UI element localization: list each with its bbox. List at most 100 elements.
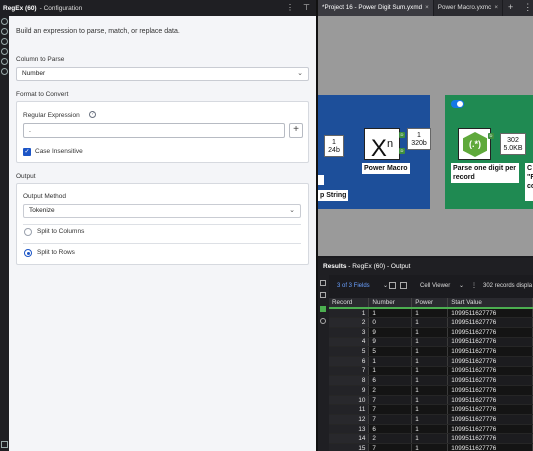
help-icon[interactable] — [320, 318, 326, 324]
column-header[interactable]: Record — [329, 298, 370, 309]
table-cell[interactable]: 1 — [411, 395, 449, 406]
table-cell[interactable]: 1099511627776 — [447, 385, 533, 396]
workflow-canvas[interactable]: 1 24b Xn D D 1 320b Power Macro p String… — [318, 16, 533, 256]
table-cell[interactable]: 5 — [368, 346, 413, 357]
chevron-down-icon[interactable]: ⌄ — [459, 282, 464, 289]
table-cell[interactable]: 4 — [329, 337, 370, 348]
help-icon[interactable] — [1, 68, 8, 75]
table-row[interactable]: 10 7 1 1099511627776 — [329, 395, 533, 406]
column-header[interactable]: Number — [368, 298, 413, 309]
table-cell[interactable]: 1099511627776 — [447, 346, 533, 357]
table-cell[interactable]: 1099511627776 — [447, 433, 533, 445]
table-row[interactable]: 2 0 1 1099511627776 — [329, 317, 533, 328]
table-cell[interactable]: 11 — [329, 404, 370, 416]
tabs-more-icon[interactable]: ⋮ — [518, 0, 533, 16]
table-row[interactable]: 3 9 1 1099511627776 — [329, 327, 533, 338]
table-cell[interactable]: 1099511627776 — [447, 317, 533, 328]
table-cell[interactable]: 14 — [329, 433, 370, 445]
table-cell[interactable]: 0 — [368, 317, 413, 328]
tab-power-macro[interactable]: Power Macro.yxmc × — [434, 0, 504, 16]
tool-container-blue[interactable]: 1 24b Xn D D 1 320b Power Macro p String — [318, 95, 431, 209]
table-row[interactable]: 15 7 1 1099511627776 — [329, 443, 533, 451]
code-icon[interactable] — [1, 28, 8, 35]
table-row[interactable]: 8 6 1 1099511627776 — [329, 375, 533, 386]
annotation-icon[interactable] — [1, 58, 8, 65]
table-cell[interactable]: 1099511627776 — [447, 414, 533, 425]
deselect-icon[interactable] — [400, 282, 407, 289]
regex-tool-icon[interactable]: (.*) — [458, 128, 491, 160]
table-cell[interactable]: 1099511627776 — [447, 443, 533, 451]
table-cell[interactable]: 1 — [368, 308, 413, 319]
split-to-rows-radio[interactable] — [24, 249, 32, 257]
container-toggle[interactable] — [451, 100, 464, 108]
list-icon[interactable] — [320, 280, 326, 286]
pin-icon[interactable]: ⊤ — [303, 3, 310, 12]
table-cell[interactable]: 1 — [411, 308, 449, 319]
table-cell[interactable]: 2 — [368, 433, 413, 445]
table-row[interactable]: 4 9 1 1099511627776 — [329, 337, 533, 348]
table-cell[interactable]: 7 — [368, 395, 413, 406]
table-cell[interactable]: 7 — [368, 414, 413, 425]
info-icon[interactable]: ? — [89, 111, 96, 118]
table-cell[interactable]: 1 — [368, 356, 413, 367]
more-options-icon[interactable]: ⋮ — [471, 282, 477, 289]
results-grid[interactable]: Record Number Power Start Value 1 1 1 10995… — [329, 298, 533, 451]
more-options-icon[interactable]: ⋮ — [286, 3, 294, 12]
table-cell[interactable]: 1099511627776 — [447, 366, 533, 377]
column-header[interactable]: Start Value — [447, 298, 533, 309]
close-icon[interactable]: × — [425, 4, 429, 11]
table-cell[interactable]: 2 — [368, 385, 413, 396]
column-to-parse-select[interactable]: Number ⌄ — [16, 67, 309, 81]
split-to-columns-radio[interactable] — [24, 228, 32, 236]
table-row[interactable]: 12 7 1 1099511627776 — [329, 414, 533, 425]
table-cell[interactable]: 1 — [411, 366, 449, 377]
close-circle-icon[interactable] — [1, 38, 8, 45]
chevron-down-icon[interactable]: ⌄ — [383, 282, 388, 289]
table-cell[interactable]: 6 — [368, 375, 413, 386]
table-cell[interactable]: 1 — [411, 346, 449, 357]
select-all-icon[interactable] — [389, 282, 396, 289]
table-cell[interactable]: 13 — [329, 424, 370, 435]
table-cell[interactable]: 1099511627776 — [447, 308, 533, 319]
table-cell[interactable]: 1 — [411, 404, 449, 416]
table-cell[interactable]: 9 — [368, 337, 413, 348]
table-cell[interactable]: 9 — [329, 385, 370, 396]
output-method-select[interactable]: Tokenize ⌄ — [23, 204, 301, 218]
table-cell[interactable]: 1 — [411, 337, 449, 348]
table-cell[interactable]: 1099511627776 — [447, 327, 533, 338]
tag-icon[interactable] — [1, 48, 8, 55]
edit-icon[interactable] — [1, 441, 8, 448]
cell-viewer-dropdown[interactable]: Cell Viewer — [420, 283, 450, 289]
table-cell[interactable]: 1099511627776 — [447, 337, 533, 348]
connector-dot[interactable]: D — [399, 132, 405, 138]
tab-project[interactable]: *Project 16 - Power Digit Sum.yxmd × — [318, 0, 434, 16]
power-macro-icon[interactable]: Xn — [364, 128, 400, 162]
table-cell[interactable]: 3 — [329, 327, 370, 338]
connector-dot[interactable]: D — [399, 148, 405, 154]
table-cell[interactable]: 1 — [411, 356, 449, 367]
table-cell[interactable]: 7 — [329, 366, 370, 377]
table-cell[interactable]: 9 — [368, 327, 413, 338]
table-cell[interactable]: 7 — [368, 443, 413, 451]
table-cell[interactable]: 1 — [411, 433, 449, 445]
table-row[interactable]: 1 1 1 1099511627776 — [329, 308, 533, 319]
close-icon[interactable]: × — [494, 4, 498, 11]
table-cell[interactable]: 1099511627776 — [447, 404, 533, 416]
table-cell[interactable]: 2 — [329, 317, 370, 328]
table-cell[interactable]: 7 — [368, 404, 413, 416]
table-cell[interactable]: 8 — [329, 375, 370, 386]
table-cell[interactable]: 15 — [329, 443, 370, 451]
table-row[interactable]: 14 2 1 1099511627776 — [329, 433, 533, 445]
connector-dot[interactable]: D — [488, 133, 494, 139]
column-header[interactable]: Power — [411, 298, 449, 309]
table-row[interactable]: 13 6 1 1099511627776 — [329, 424, 533, 435]
insert-expression-button[interactable]: + — [289, 123, 303, 138]
table-row[interactable]: 11 7 1 1099511627776 — [329, 404, 533, 416]
case-insensitive-checkbox[interactable]: ✓ — [23, 148, 31, 156]
table-cell[interactable]: 1099511627776 — [447, 424, 533, 435]
table-cell[interactable]: 1099511627776 — [447, 356, 533, 367]
output-anchor-icon[interactable] — [320, 306, 326, 312]
fields-selector[interactable]: 3 of 3 Fields — [337, 283, 370, 289]
config-icon[interactable] — [1, 18, 8, 25]
table-cell[interactable]: 1 — [411, 327, 449, 338]
